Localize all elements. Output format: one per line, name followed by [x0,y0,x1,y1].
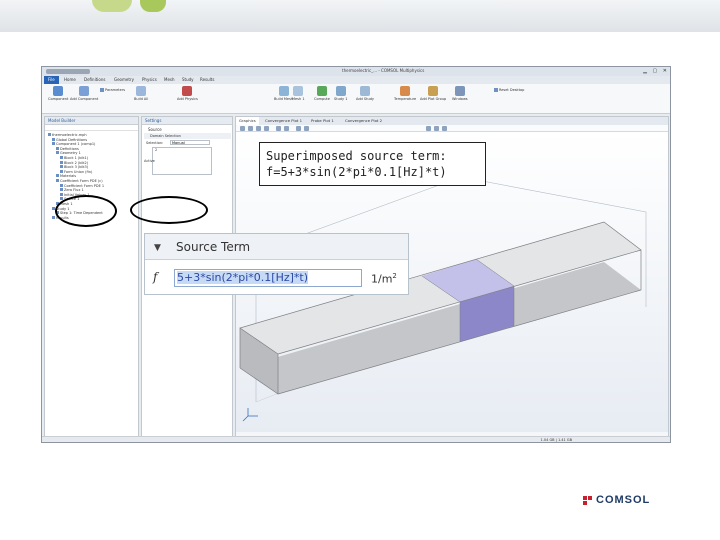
temperature-icon [400,86,411,96]
window-title: thermoelectric_... - COMSOL Multiphysics [342,68,425,73]
mesh-icon [293,86,304,96]
rotate-icon[interactable] [276,126,281,131]
add-physics-icon [182,86,193,96]
callout-line-2: f=5+3*sin(2*pi*0.1[Hz]*t) [266,165,447,179]
decor-leaf [92,0,132,12]
tab-convergence-plot-1[interactable]: Convergence Plot 1 [262,117,305,125]
tab-mesh[interactable]: Mesh [164,76,175,84]
add-study-button[interactable]: Add Study [356,86,374,101]
window-controls[interactable]: ▁ ▢ ✕ [643,68,669,74]
source-term-callout: Superimposed source term: f=5+3*sin(2*pi… [259,142,486,186]
graphics-toolbar [236,125,668,132]
status-bar: 1.04 GB | 1.41 GB [42,436,670,442]
parameters-icon [100,88,104,92]
source-term-zoom: ▼ Source Term f 5+3*sin(2*pi*0.1[Hz]*t) … [144,233,409,295]
parameters-button[interactable]: Parameters [100,88,125,92]
tab-physics[interactable]: Physics [142,76,157,84]
axis-triad [242,408,258,422]
tab-file[interactable]: File [44,76,59,84]
source-term-title: Source Term [176,240,251,254]
plot-group-icon [428,86,439,96]
callout-line-1: Superimposed source term: [266,149,447,163]
title-bar: thermoelectric_... - COMSOL Multiphysics… [42,67,670,76]
active-label: Active [144,159,155,163]
highlight-ring-field [130,196,208,224]
compute-icon [316,86,327,96]
windows-icon [454,86,465,96]
variable-f-label: f [153,270,158,284]
comsol-logo-mark [583,496,592,506]
graphics-tabs: Graphics Convergence Plot 1 Probe Plot 1… [236,117,668,125]
build-mesh-button[interactable]: Build Mesh [274,86,293,101]
select-icon[interactable] [296,126,301,131]
transparency-icon[interactable] [304,126,309,131]
screenshot-icon[interactable] [434,126,439,131]
build-mesh-icon [278,86,289,96]
model-builder-toolbar[interactable] [45,125,138,131]
source-term-unit: 1/m2 [371,272,397,286]
add-study-icon [360,86,370,96]
view-icon[interactable] [284,126,289,131]
add-component-button[interactable]: Add Component [70,86,98,101]
domain-list[interactable]: 2 [152,147,212,175]
highlight-ring-tree [55,195,117,227]
tab-convergence-plot-2[interactable]: Convergence Plot 2 [342,117,385,125]
mesh1-button[interactable]: Mesh 1 [292,86,305,101]
component-icon [53,86,64,96]
compute-button[interactable]: Compute [314,86,330,101]
study1-button[interactable]: Study 1 [334,86,347,101]
zoom-extents-icon[interactable] [264,126,269,131]
domain-list-item[interactable]: 2 [153,148,211,153]
selection-dropdown[interactable]: Manual [170,140,210,145]
study-icon [335,86,346,96]
collapse-triangle-icon[interactable]: ▼ [154,243,161,253]
tab-definitions[interactable]: Definitions [84,76,105,84]
source-term-header[interactable]: ▼ Source Term [145,234,408,260]
model-builder-panel: Model Builder thermoelectric.mph Global … [44,116,139,438]
source-term-input[interactable]: 5+3*sin(2*pi*0.1[Hz]*t) [174,269,362,287]
memory-status: 1.04 GB | 1.41 GB [540,438,572,442]
top-banner [0,0,720,32]
add-component-icon [79,86,90,96]
build-all-icon [136,86,147,96]
tab-probe-plot-1[interactable]: Probe Plot 1 [308,117,337,125]
settings-subheader: Source [148,127,162,132]
add-physics-button[interactable]: Add Physics [177,86,198,101]
tab-home[interactable]: Home [64,76,76,84]
reset-icon [494,88,498,92]
slide: thermoelectric_... - COMSOL Multiphysics… [0,0,720,540]
reset-desktop-button[interactable]: Reset Desktop [494,88,524,92]
tab-results[interactable]: Results [200,76,214,84]
component-button[interactable]: Component [48,86,68,101]
quick-access-toolbar[interactable] [46,69,90,74]
ribbon: Component Add Component Parameters Build… [42,84,670,114]
add-plot-group-button[interactable]: Add Plot Group [420,86,446,101]
build-all-button[interactable]: Build All [134,86,148,101]
comsol-logo-text: COMSOL [596,494,651,506]
print-icon[interactable] [442,126,447,131]
decor-leaf [140,0,166,12]
temperature-button[interactable]: Temperature [394,86,416,101]
domain-selection-section[interactable]: Domain Selection [144,133,231,139]
model-builder-header: Model Builder [45,117,138,125]
ribbon-tabs: File Home Definitions Geometry Physics M… [42,76,670,84]
render-icon[interactable] [426,126,431,131]
zoom-box-icon[interactable] [256,126,261,131]
zoom-in-icon[interactable] [240,126,245,131]
tab-graphics[interactable]: Graphics [236,117,259,125]
zoom-out-icon[interactable] [248,126,253,131]
selection-label: Selection: [146,141,164,145]
tab-study[interactable]: Study [182,76,194,84]
windows-button[interactable]: Windows [452,86,468,101]
source-term-value: 5+3*sin(2*pi*0.1[Hz]*t) [177,271,309,284]
tab-geometry[interactable]: Geometry [114,76,134,84]
settings-header: Settings [142,117,232,125]
